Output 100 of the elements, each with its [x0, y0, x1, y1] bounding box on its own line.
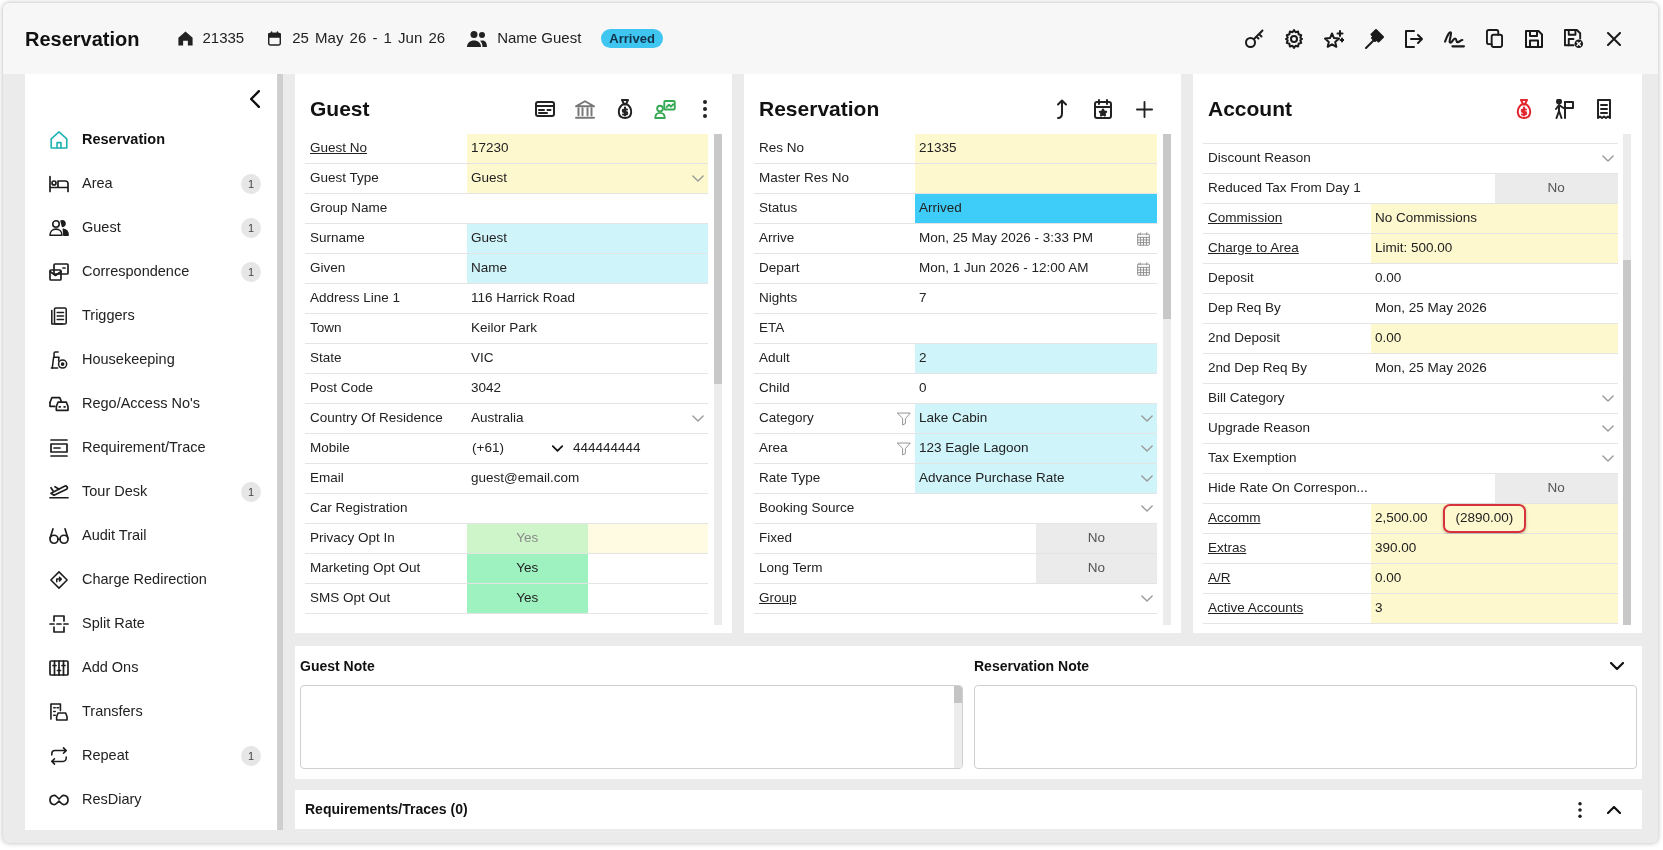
- chevron-down-icon[interactable]: [1610, 662, 1624, 670]
- input-field[interactable]: 7: [915, 284, 1157, 313]
- chevron-up-icon[interactable]: [1607, 805, 1621, 814]
- field-link[interactable]: Group: [759, 588, 797, 609]
- close-icon[interactable]: [1607, 31, 1621, 46]
- sidebar-item[interactable]: Audit Trail: [25, 514, 277, 558]
- field-link[interactable]: Extras: [1208, 538, 1247, 559]
- id-card-icon[interactable]: [535, 101, 555, 117]
- sidebar-item[interactable]: Area 1: [25, 162, 277, 206]
- input-field[interactable]: 0.00: [1371, 564, 1618, 593]
- text-area-field[interactable]: [974, 685, 1637, 769]
- input-field[interactable]: 3042: [467, 374, 708, 403]
- scrollbar-thumb[interactable]: [714, 134, 722, 384]
- hammer-icon[interactable]: [1364, 28, 1384, 49]
- sidebar-item[interactable]: ResDiary: [25, 778, 277, 822]
- more-icon[interactable]: [1578, 801, 1582, 818]
- scrollbar-thumb[interactable]: [954, 686, 962, 703]
- key-icon[interactable]: [1244, 29, 1264, 48]
- input-field[interactable]: 3: [1371, 594, 1618, 623]
- calendar-icon[interactable]: [1137, 261, 1150, 276]
- dropdown-field[interactable]: Lake Cabin: [915, 404, 1157, 433]
- funnel-icon[interactable]: [897, 411, 911, 426]
- field-link[interactable]: A/R: [1208, 568, 1231, 589]
- receipt-icon[interactable]: [1597, 99, 1611, 119]
- field-link[interactable]: Active Accounts: [1208, 598, 1304, 619]
- person-with-sign-icon[interactable]: [1554, 99, 1574, 119]
- input-field[interactable]: Arrived: [915, 194, 1157, 223]
- sidebar-item[interactable]: Split Rate: [25, 602, 277, 646]
- arrow-up-icon[interactable]: [1057, 99, 1067, 119]
- sidebar-item[interactable]: Transfers: [25, 690, 277, 734]
- field-label: Category: [759, 409, 814, 428]
- arrow-out-of-box-icon[interactable]: [1405, 29, 1423, 48]
- sidebar-item[interactable]: Charge Redirection: [25, 558, 277, 602]
- sidebar-item[interactable]: Guest 1: [25, 206, 277, 250]
- text-area-field[interactable]: [300, 685, 963, 769]
- sidebar-item[interactable]: Triggers: [25, 294, 277, 338]
- sidebar-item[interactable]: Reservation: [25, 118, 277, 162]
- funnel-icon[interactable]: [897, 441, 911, 456]
- input-field[interactable]: Mon, 25 May 2026: [1371, 354, 1618, 383]
- field-link[interactable]: Charge to Area: [1208, 238, 1299, 259]
- input-field[interactable]: 0.00: [1371, 264, 1618, 293]
- dropdown-field[interactable]: Guest: [467, 164, 708, 193]
- floppy-disk-x-icon[interactable]: [1564, 28, 1584, 49]
- input-field[interactable]: 0.00: [1371, 324, 1618, 353]
- scrollbar-thumb[interactable]: [1163, 134, 1171, 319]
- sidebar-item[interactable]: Rego/Access No's: [25, 382, 277, 426]
- calendar-icon: [268, 31, 282, 46]
- sparkle-star-icon[interactable]: [1324, 29, 1344, 48]
- sidebar-item[interactable]: Housekeeping: [25, 338, 277, 382]
- input-field[interactable]: Mon, 25 May 2026: [1371, 294, 1618, 323]
- dropdown-field[interactable]: Australia: [467, 404, 708, 433]
- sidebar-item[interactable]: Tour Desk 1: [25, 470, 277, 514]
- scrollbar-thumb[interactable]: [277, 74, 283, 830]
- toggle-thumb[interactable]: No: [1036, 554, 1157, 583]
- input-field[interactable]: Name: [467, 254, 708, 283]
- sidebar-item[interactable]: Correspondence 1: [25, 250, 277, 294]
- window-title: Reservation: [25, 26, 140, 52]
- signature-icon[interactable]: [1443, 29, 1465, 48]
- money-bag-icon[interactable]: [617, 99, 633, 119]
- toggle-thumb[interactable]: No: [1036, 524, 1157, 553]
- input-field[interactable]: Limit: 500.00: [1371, 234, 1618, 263]
- sidebar-item[interactable]: Add Ons: [25, 646, 277, 690]
- date-field[interactable]: Mon, 1 Jun 2026 - 12:00 AM: [915, 254, 1157, 283]
- person-with-chart-icon[interactable]: [654, 99, 676, 119]
- dropdown-field[interactable]: Advance Purchase Rate: [915, 464, 1157, 493]
- add-icon[interactable]: [1135, 100, 1153, 118]
- input-field[interactable]: No Commissions: [1371, 204, 1618, 233]
- input-field[interactable]: VIC: [467, 344, 708, 373]
- copy-icon[interactable]: [1485, 29, 1503, 48]
- calendar-icon[interactable]: [1137, 231, 1150, 246]
- toggle-thumb[interactable]: No: [1494, 174, 1618, 203]
- field-label: Area: [759, 439, 788, 458]
- input-field[interactable]: guest@email.com: [467, 464, 708, 493]
- input-field[interactable]: 390.00: [1371, 534, 1618, 563]
- country-code-dropdown[interactable]: (+61): [467, 434, 566, 463]
- scrollbar-thumb[interactable]: [1623, 260, 1631, 625]
- settings-icon[interactable]: [1285, 28, 1303, 49]
- field-link[interactable]: Commission: [1208, 208, 1283, 229]
- input-field[interactable]: [915, 164, 1157, 193]
- input-field[interactable]: 21335: [915, 134, 1157, 163]
- input-field[interactable]: 2: [915, 344, 1157, 373]
- sidebar-item[interactable]: Requirement/Trace: [25, 426, 277, 470]
- input-field[interactable]: 0: [915, 374, 1157, 403]
- toggle-thumb[interactable]: Yes: [467, 584, 588, 613]
- input-field[interactable]: Keilor Park: [467, 314, 708, 343]
- sidebar-item[interactable]: Repeat 1: [25, 734, 277, 778]
- field-link[interactable]: Guest No: [310, 138, 368, 159]
- input-field[interactable]: 116 Harrick Road: [467, 284, 708, 313]
- bank-icon[interactable]: [575, 99, 595, 119]
- toggle-thumb[interactable]: Yes: [467, 554, 588, 583]
- field-link[interactable]: Accomm: [1208, 508, 1261, 529]
- input-field[interactable]: 17230: [467, 134, 708, 163]
- input-field[interactable]: Guest: [467, 224, 708, 253]
- date-field[interactable]: Mon, 25 May 2026 - 3:33 PM: [915, 224, 1157, 253]
- dropdown-field[interactable]: 123 Eagle Lagoon: [915, 434, 1157, 463]
- input-field[interactable]: 2,500.00 (2890.00): [1371, 504, 1618, 533]
- toggle-thumb[interactable]: No: [1494, 474, 1618, 503]
- phone-number-field[interactable]: 444444444: [566, 434, 708, 463]
- more-icon[interactable]: [703, 100, 707, 118]
- chevron-left-icon[interactable]: [250, 90, 260, 108]
